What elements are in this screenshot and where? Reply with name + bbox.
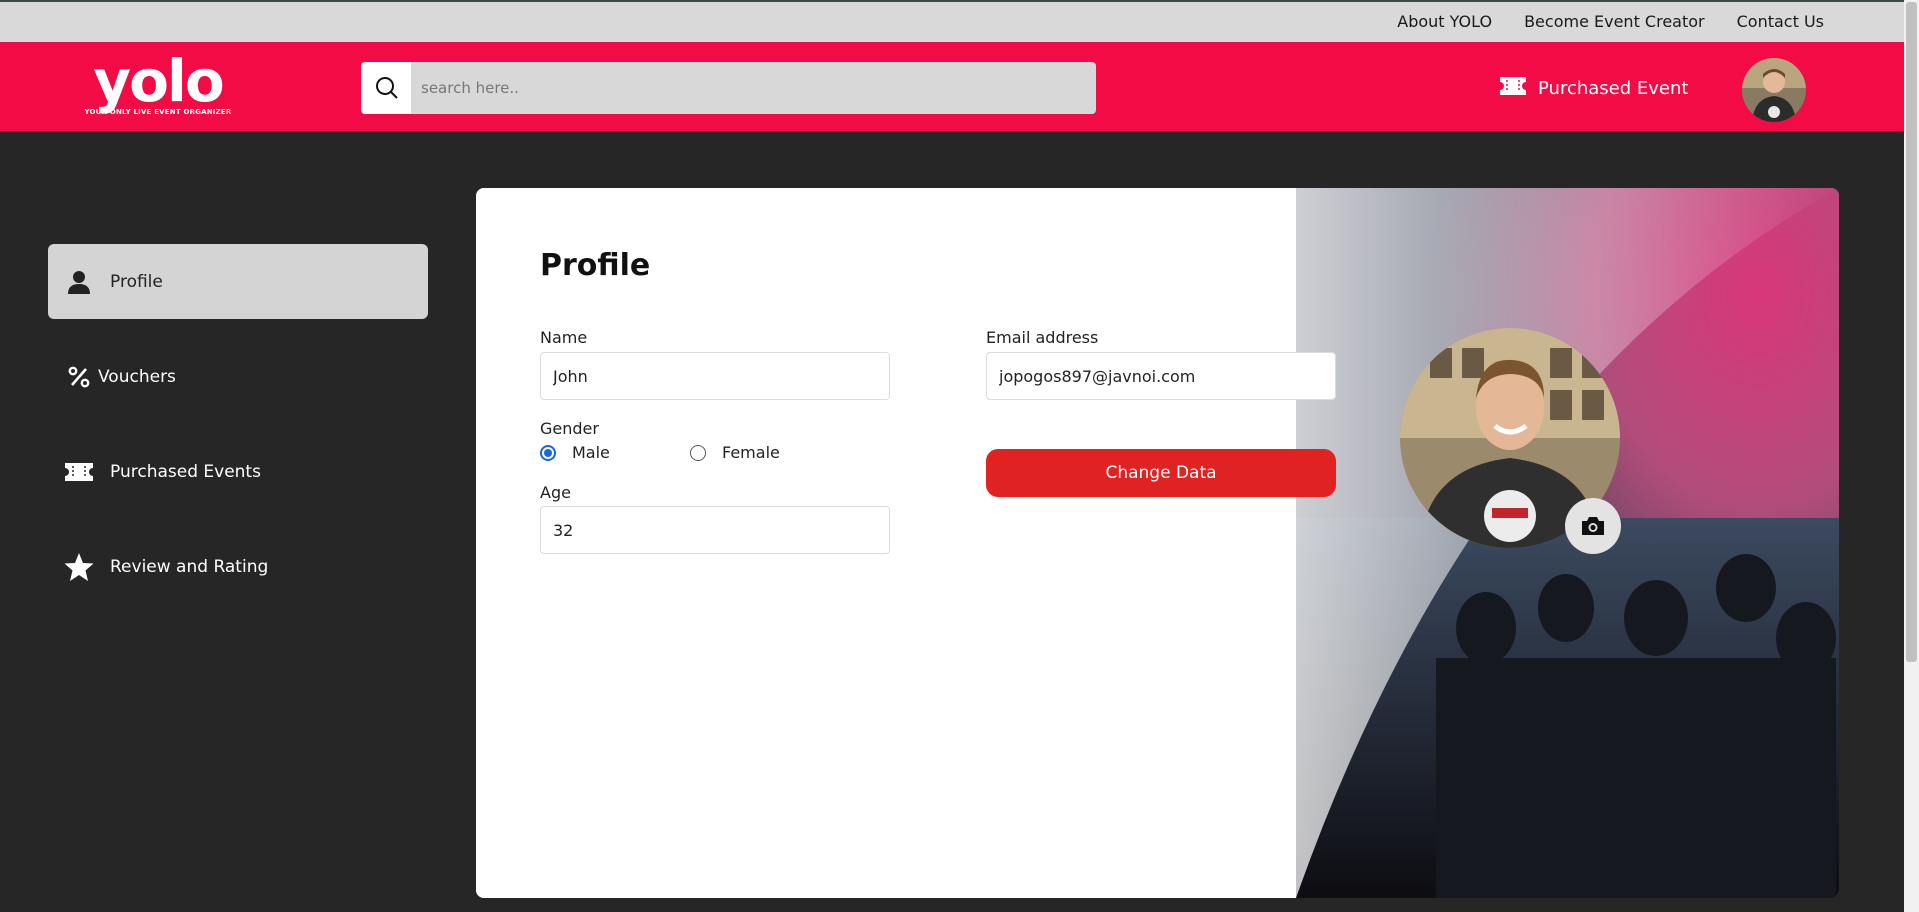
ticket-icon	[1498, 75, 1528, 102]
scrollbar-thumb[interactable]	[1906, 2, 1917, 662]
gender-female-radio[interactable]: Female	[690, 443, 780, 462]
name-field[interactable]	[540, 352, 890, 400]
name-label: Name	[540, 328, 588, 347]
age-field[interactable]	[540, 506, 890, 554]
sidebar-item-profile[interactable]: Profile	[48, 244, 428, 319]
purchased-event-button[interactable]: Purchased Event	[1498, 75, 1688, 102]
sidebar: Profile Vouchers Purchased Events Review…	[48, 244, 428, 624]
camera-icon[interactable]	[1565, 498, 1621, 554]
radio-dot	[540, 444, 556, 461]
become-creator-link[interactable]: Become Event Creator	[1524, 12, 1705, 31]
top-links: About YOLO Become Event Creator Contact …	[1397, 12, 1824, 31]
age-label: Age	[540, 483, 571, 502]
radio-label: Female	[722, 443, 780, 462]
header-avatar[interactable]	[1742, 58, 1806, 122]
search-icon[interactable]	[361, 62, 411, 114]
ticket-icon	[64, 457, 94, 487]
logo-text: yolo	[93, 47, 224, 115]
about-link[interactable]: About YOLO	[1397, 12, 1492, 31]
email-field[interactable]	[986, 352, 1336, 400]
sidebar-item-review-rating[interactable]: Review and Rating	[48, 529, 428, 604]
search-bar	[361, 62, 1096, 114]
contact-link[interactable]: Contact Us	[1737, 12, 1824, 31]
sidebar-item-label: Review and Rating	[110, 556, 269, 577]
header: yolo YOUR ONLY LIVE EVENT ORGANIZER Purc…	[0, 42, 1904, 131]
star-icon	[64, 552, 94, 582]
sidebar-item-purchased-events[interactable]: Purchased Events	[48, 434, 428, 509]
gender-label: Gender	[540, 419, 599, 438]
logo[interactable]: yolo YOUR ONLY LIVE EVENT ORGANIZER	[82, 52, 234, 122]
sidebar-item-vouchers[interactable]: Vouchers	[48, 339, 428, 414]
gender-male-radio[interactable]: Male	[540, 443, 610, 462]
sidebar-item-label: Vouchers	[98, 366, 176, 387]
radio-dot	[690, 444, 706, 461]
page-scrollbar[interactable]	[1904, 0, 1919, 912]
top-bar: About YOLO Become Event Creator Contact …	[0, 0, 1904, 42]
email-label: Email address	[986, 328, 1099, 347]
logo-tagline: YOUR ONLY LIVE EVENT ORGANIZER	[84, 108, 232, 116]
percent-icon	[64, 362, 94, 392]
person-icon	[64, 267, 94, 297]
radio-label: Male	[572, 443, 610, 462]
page-title: Profile	[540, 248, 651, 283]
search-input[interactable]	[411, 62, 1091, 114]
profile-card: Profile Name Email address Gender Male F…	[476, 188, 1839, 898]
sidebar-item-label: Purchased Events	[110, 461, 261, 482]
sidebar-item-label: Profile	[110, 271, 163, 292]
purchased-event-label: Purchased Event	[1538, 78, 1689, 99]
change-data-button[interactable]: Change Data	[986, 449, 1336, 497]
